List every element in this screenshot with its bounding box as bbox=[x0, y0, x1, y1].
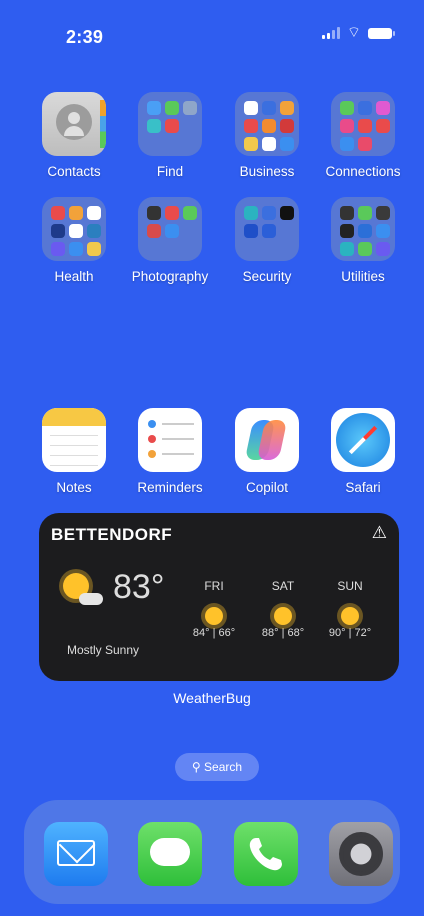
folder-health[interactable]: Health bbox=[29, 197, 119, 284]
folder-connections[interactable]: Connections bbox=[318, 92, 408, 179]
app-label: Security bbox=[242, 269, 292, 284]
notes-icon bbox=[42, 408, 106, 472]
forecast-day-label: SAT bbox=[271, 579, 295, 593]
copilot-icon bbox=[235, 408, 299, 472]
app-label: Health bbox=[54, 269, 94, 284]
folder-icon bbox=[42, 197, 106, 261]
app-label: Utilities bbox=[341, 269, 385, 284]
phone-app-icon[interactable] bbox=[234, 822, 298, 886]
folder-photography[interactable]: Photography bbox=[125, 197, 215, 284]
folder-utilities[interactable]: Utilities bbox=[318, 197, 408, 284]
folder-icon bbox=[138, 197, 202, 261]
folder-icon bbox=[235, 197, 299, 261]
contacts-icon bbox=[42, 92, 106, 156]
folder-security[interactable]: Security bbox=[222, 197, 312, 284]
folder-icon bbox=[235, 92, 299, 156]
forecast-day: SAT 88° | 68° bbox=[253, 579, 313, 639]
app-label: Find bbox=[156, 164, 184, 179]
app-label: Safari bbox=[345, 480, 381, 495]
dock bbox=[24, 800, 400, 904]
search-button[interactable]: ⚲ Search bbox=[175, 753, 259, 781]
messages-app-icon[interactable] bbox=[138, 822, 202, 886]
battery-icon bbox=[368, 27, 395, 39]
clock: 2:39 bbox=[66, 27, 104, 47]
weather-city: BETTENDORF bbox=[51, 525, 173, 544]
forecast-day: SUN 90° | 72° bbox=[320, 579, 380, 639]
search-label: Search bbox=[204, 760, 243, 774]
app-label: Contacts bbox=[47, 164, 101, 179]
search-icon: ⚲ bbox=[191, 760, 201, 774]
forecast-hilo: 84° | 66° bbox=[192, 627, 236, 639]
app-label: Photography bbox=[131, 269, 209, 284]
sun-icon bbox=[205, 607, 223, 625]
app-notes[interactable]: Notes bbox=[29, 408, 119, 495]
reminders-icon bbox=[138, 408, 202, 472]
sun-icon bbox=[341, 607, 359, 625]
weather-widget[interactable]: BETTENDORF ⚠ 83° Mostly Sunny FRI 84° | … bbox=[39, 513, 399, 681]
folder-find[interactable]: Find bbox=[125, 92, 215, 179]
app-label: Notes bbox=[56, 480, 92, 495]
phone-handset-icon bbox=[249, 838, 282, 871]
mail-app-icon[interactable] bbox=[44, 822, 108, 886]
folder-business[interactable]: Business bbox=[222, 92, 312, 179]
settings-app-icon[interactable] bbox=[329, 822, 393, 886]
folder-icon bbox=[331, 92, 395, 156]
app-reminders[interactable]: Reminders bbox=[125, 408, 215, 495]
app-safari[interactable]: Safari bbox=[318, 408, 408, 495]
forecast-hilo: 88° | 68° bbox=[261, 627, 305, 639]
folder-icon bbox=[138, 92, 202, 156]
app-contacts[interactable]: Contacts bbox=[29, 92, 119, 179]
forecast-day-label: FRI bbox=[204, 579, 224, 593]
widget-label: WeatherBug bbox=[173, 690, 251, 706]
folder-icon bbox=[331, 197, 395, 261]
sun-icon bbox=[274, 607, 292, 625]
forecast-day: FRI 84° | 66° bbox=[184, 579, 244, 639]
app-label: Reminders bbox=[137, 480, 203, 495]
gear-icon bbox=[339, 832, 383, 876]
safari-icon bbox=[331, 408, 395, 472]
current-temperature: 83° bbox=[113, 568, 165, 606]
app-label: Connections bbox=[325, 164, 401, 179]
status-icons: ⌔ bbox=[321, 24, 395, 41]
forecast-day-label: SUN bbox=[337, 579, 363, 593]
warning-icon: ⚠ bbox=[371, 523, 387, 542]
app-copilot[interactable]: Copilot bbox=[222, 408, 312, 495]
app-label: Business bbox=[239, 164, 295, 179]
weather-condition: Mostly Sunny bbox=[67, 643, 140, 657]
cellular-signal-icon bbox=[321, 27, 340, 39]
app-label: Copilot bbox=[245, 480, 289, 495]
wifi-icon: ⌔ bbox=[346, 24, 361, 41]
status-bar: 2:39 ⌔ bbox=[0, 0, 424, 70]
forecast-hilo: 90° | 72° bbox=[328, 627, 372, 639]
